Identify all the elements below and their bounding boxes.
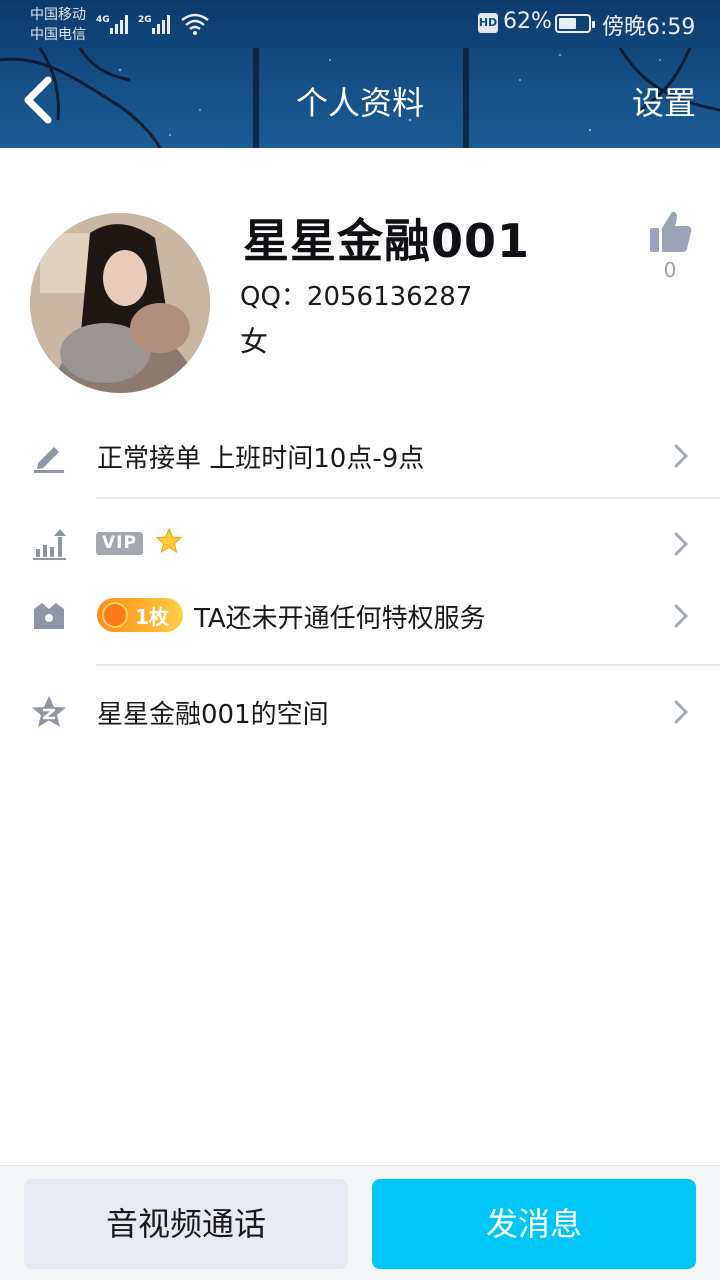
vip-row[interactable]: VIP <box>0 508 720 578</box>
like-button[interactable] <box>646 208 694 256</box>
signal-2g-icon: 2G <box>138 15 170 34</box>
bottom-action-bar: 音视频通话 发消息 <box>0 1165 720 1280</box>
vip-badge: VIP <box>96 532 143 555</box>
battery-nub <box>592 21 595 28</box>
header-banner: 中国移动 中国电信 4G 2G HD 62% 傍晚6:59 个人资料 设置 <box>0 0 720 148</box>
video-call-button[interactable]: 音视频通话 <box>24 1179 348 1269</box>
divider <box>96 664 720 666</box>
send-message-button[interactable]: 发消息 <box>372 1179 696 1269</box>
privilege-text: TA还未开通任何特权服务 <box>194 604 486 634</box>
avatar[interactable] <box>30 213 210 393</box>
carrier-1: 中国移动 <box>30 7 86 23</box>
profile-qq-number: QQ：2056136287 <box>240 282 473 312</box>
signal-4g-icon: 4G <box>96 15 128 34</box>
coin-count: 1枚 <box>135 605 169 629</box>
battery-percent: 62% <box>503 9 552 34</box>
profile-gender: 女 <box>240 325 269 358</box>
svg-text:2G: 2G <box>138 15 152 25</box>
like-count: 0 <box>663 258 677 282</box>
space-text: 星星金融001的空间 <box>97 700 329 730</box>
carrier-labels: 中国移动 中国电信 <box>30 5 86 45</box>
privilege-row[interactable]: 1枚 TA还未开通任何特权服务 <box>0 580 720 650</box>
svg-text:4G: 4G <box>96 15 110 25</box>
pencil-icon <box>34 447 64 473</box>
qzone-star-icon <box>32 696 66 727</box>
page-title: 个人资料 <box>295 84 424 122</box>
coin-icon <box>102 602 128 628</box>
space-row[interactable]: 星星金融001的空间 <box>0 676 720 746</box>
level-chart-icon <box>33 529 66 560</box>
status-bar: 中国移动 中国电信 4G 2G HD 62% 傍晚6:59 <box>0 0 720 48</box>
thumbs-up-icon <box>650 211 692 252</box>
chevron-right-icon <box>674 444 689 468</box>
divider <box>96 497 720 499</box>
coin-badge: 1枚 <box>97 598 183 632</box>
star-icon <box>155 527 183 554</box>
battery-fill <box>559 18 576 29</box>
wifi-icon <box>181 13 209 35</box>
avatar-portrait <box>30 213 210 393</box>
hd-indicator: HD <box>478 13 498 33</box>
carrier-2: 中国电信 <box>30 27 86 43</box>
crown-box-icon <box>34 603 64 629</box>
chevron-right-icon <box>674 532 689 556</box>
settings-button[interactable]: 设置 <box>632 78 696 124</box>
status-time: 傍晚6:59 <box>602 15 696 40</box>
signature-text: 正常接单 上班时间10点-9点 <box>97 444 425 474</box>
chevron-right-icon <box>674 604 689 628</box>
signature-row[interactable]: 正常接单 上班时间10点-9点 <box>0 420 720 490</box>
chevron-right-icon <box>674 700 689 724</box>
battery-icon <box>555 14 595 33</box>
profile-name: 星星金融001 <box>243 214 531 268</box>
